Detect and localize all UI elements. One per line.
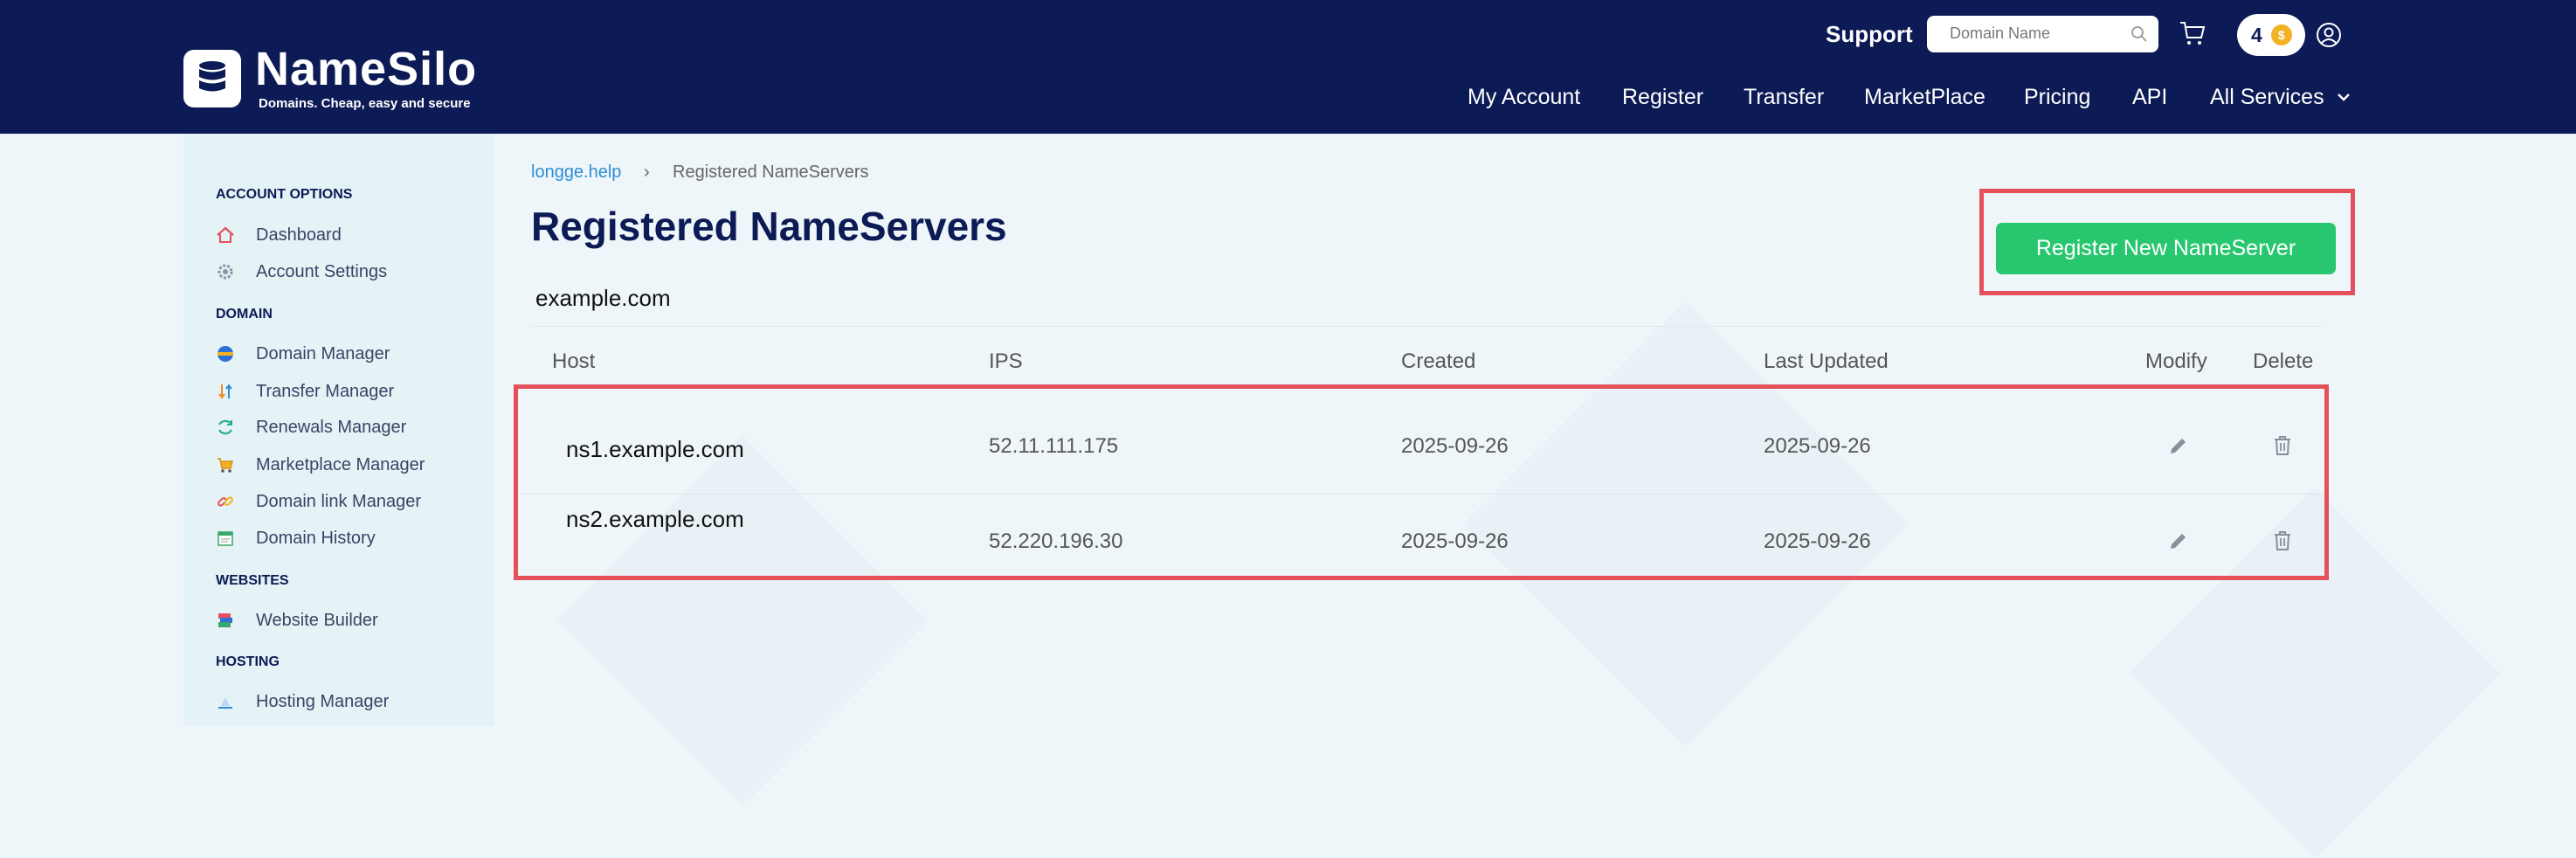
chevron-down-icon[interactable]	[2337, 91, 2351, 107]
domain-search	[1927, 16, 2158, 52]
coin-icon: $	[2270, 24, 2292, 45]
updated-cell: 2025-09-26	[1764, 434, 1871, 458]
register-new-nameserver-button[interactable]: Register New NameServer	[1996, 223, 2336, 274]
created-cell: 2025-09-26	[1401, 529, 1509, 553]
user-account-icon[interactable]	[2315, 21, 2343, 53]
sidebar-section-domain: DOMAIN	[216, 307, 273, 322]
transfer-icon	[216, 382, 235, 401]
shopping-cart-icon[interactable]	[2179, 19, 2207, 52]
edit-pencil-icon[interactable]	[2165, 432, 2193, 460]
sidebar-item-domain-manager[interactable]: Domain Manager	[216, 342, 390, 366]
host-cell: ns1.example.com	[566, 436, 744, 462]
brand-name: NameSilo	[255, 43, 478, 95]
nav-transfer[interactable]: Transfer	[1744, 85, 1824, 110]
updated-cell: 2025-09-26	[1764, 529, 1871, 553]
breadcrumb-current: Registered NameServers	[673, 163, 869, 182]
sidebar-item-domain-history[interactable]: Domain History	[216, 526, 376, 550]
trash-icon[interactable]	[2269, 527, 2296, 555]
domain-search-input[interactable]	[1948, 24, 2126, 44]
sidebar-section-websites: WEBSITES	[216, 573, 289, 588]
host-cell: ns2.example.com	[566, 506, 744, 532]
nav-register[interactable]: Register	[1622, 85, 1703, 110]
sidebar-item-marketplace-manager[interactable]: Marketplace Manager	[216, 453, 425, 477]
breadcrumb-domain-link[interactable]: longge.help	[531, 163, 621, 183]
sidebar-item-transfer-manager[interactable]: Transfer Manager	[216, 379, 394, 404]
builder-icon	[216, 611, 235, 630]
divider	[531, 326, 2322, 327]
column-header-modify: Modify	[2145, 349, 2207, 373]
hosting-icon	[216, 692, 235, 711]
column-header-ips: IPS	[989, 349, 1023, 373]
sidebar-item-dashboard[interactable]: Dashboard	[216, 223, 342, 247]
column-header-last-updated: Last Updated	[1764, 349, 1889, 373]
search-icon[interactable]	[2131, 25, 2148, 47]
brand-tagline: Domains. Cheap, easy and secure	[259, 96, 471, 111]
nav-all-services[interactable]: All Services	[2210, 85, 2324, 110]
ips-cell: 52.11.111.175	[989, 434, 1119, 458]
domain-label: example.com	[535, 285, 671, 311]
column-header-host: Host	[552, 349, 596, 373]
namesilo-logo[interactable]: NameSilo Domains. Cheap, easy and secure	[183, 45, 477, 111]
sidebar-item-hosting-manager[interactable]: Hosting Manager	[216, 689, 389, 714]
sidebar-section-hosting: HOSTING	[216, 654, 280, 669]
history-icon	[216, 529, 235, 548]
column-header-delete: Delete	[2253, 349, 2314, 373]
coin-count: 4	[2251, 23, 2262, 46]
cart-icon	[216, 455, 235, 474]
sidebar-section-account-options: ACCOUNT OPTIONS	[216, 187, 353, 202]
sidebar-item-renewals-manager[interactable]: Renewals Manager	[216, 415, 406, 439]
link-icon	[216, 492, 235, 511]
nav-api[interactable]: API	[2132, 85, 2167, 110]
nav-marketplace[interactable]: MarketPlace	[1864, 85, 1986, 110]
sidebar-item-domain-link-manager[interactable]: Domain link Manager	[216, 489, 421, 514]
nav-pricing[interactable]: Pricing	[2024, 85, 2090, 110]
globe-icon	[216, 344, 235, 363]
trash-icon[interactable]	[2269, 432, 2296, 460]
breadcrumb-separator: ›	[644, 163, 650, 182]
nav-my-account[interactable]: My Account	[1468, 85, 1580, 110]
created-cell: 2025-09-26	[1401, 434, 1509, 458]
edit-pencil-icon[interactable]	[2165, 527, 2193, 555]
row-divider	[520, 494, 2324, 495]
home-icon	[216, 225, 235, 245]
sidebar-item-account-settings[interactable]: Account Settings	[216, 259, 387, 284]
support-link[interactable]: Support	[1826, 21, 1913, 48]
page-title: Registered NameServers	[531, 204, 1007, 249]
renew-icon	[216, 418, 235, 437]
coin-balance[interactable]: 4 $	[2237, 14, 2305, 56]
gear-icon	[216, 262, 235, 281]
ips-cell: 52.220.196.30	[989, 529, 1123, 553]
database-logo-icon	[183, 49, 241, 107]
sidebar-item-website-builder[interactable]: Website Builder	[216, 608, 378, 633]
top-navigation-bar: NameSilo Domains. Cheap, easy and secure…	[0, 0, 2576, 134]
column-header-created: Created	[1401, 349, 1476, 373]
